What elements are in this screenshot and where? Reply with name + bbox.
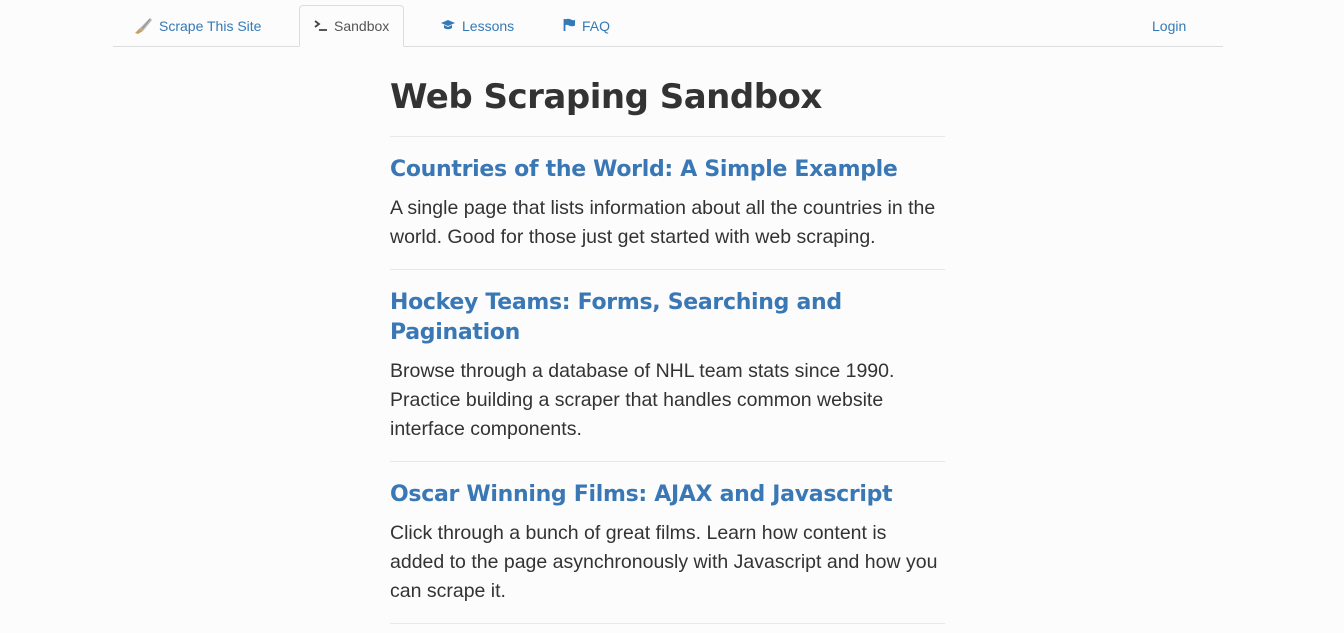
tab-sandbox-label: Sandbox: [334, 18, 390, 34]
page-title: Web Scraping Sandbox: [390, 77, 822, 117]
nav-brand-link[interactable]: Scrape This Site: [133, 5, 261, 46]
spatula-icon: [133, 16, 153, 36]
entry-title-link[interactable]: Oscar Winning Films: AJAX and Javascript: [390, 480, 945, 510]
entry-title-link[interactable]: Countries of the World: A Simple Example: [390, 155, 945, 185]
tab-lessons[interactable]: Lessons: [440, 5, 514, 46]
tab-faq[interactable]: FAQ: [563, 5, 610, 46]
tab-sandbox[interactable]: Sandbox: [299, 5, 405, 47]
list-item: Countries of the World: A Simple Example…: [390, 137, 945, 269]
entry-description: Browse through a database of NHL team st…: [390, 360, 895, 440]
login-label: Login: [1152, 17, 1187, 34]
list-item: Hockey Teams: Forms, Searching and Pagin…: [390, 270, 945, 461]
list-item: Oscar Winning Films: AJAX and Javascript…: [390, 462, 945, 623]
login-link[interactable]: Login: [1152, 5, 1186, 46]
tab-faq-label: FAQ: [582, 17, 611, 34]
entry-description: A single page that lists information abo…: [390, 197, 936, 248]
top-navbar: Scrape This Site Sandbox Lessons FAQ Log…: [113, 0, 1223, 47]
divider: [390, 623, 945, 624]
terminal-prompt-icon: [314, 19, 328, 33]
main-content: Web Scraping Sandbox Countries of the Wo…: [390, 60, 945, 624]
entry-title-link[interactable]: Hockey Teams: Forms, Searching and Pagin…: [390, 288, 945, 348]
nav-brand-label: Scrape This Site: [159, 17, 262, 34]
flag-icon: [563, 18, 576, 33]
entry-description: Click through a bunch of great films. Le…: [390, 522, 938, 602]
graduation-cap-icon: [440, 19, 456, 33]
tab-lessons-label: Lessons: [462, 17, 515, 34]
